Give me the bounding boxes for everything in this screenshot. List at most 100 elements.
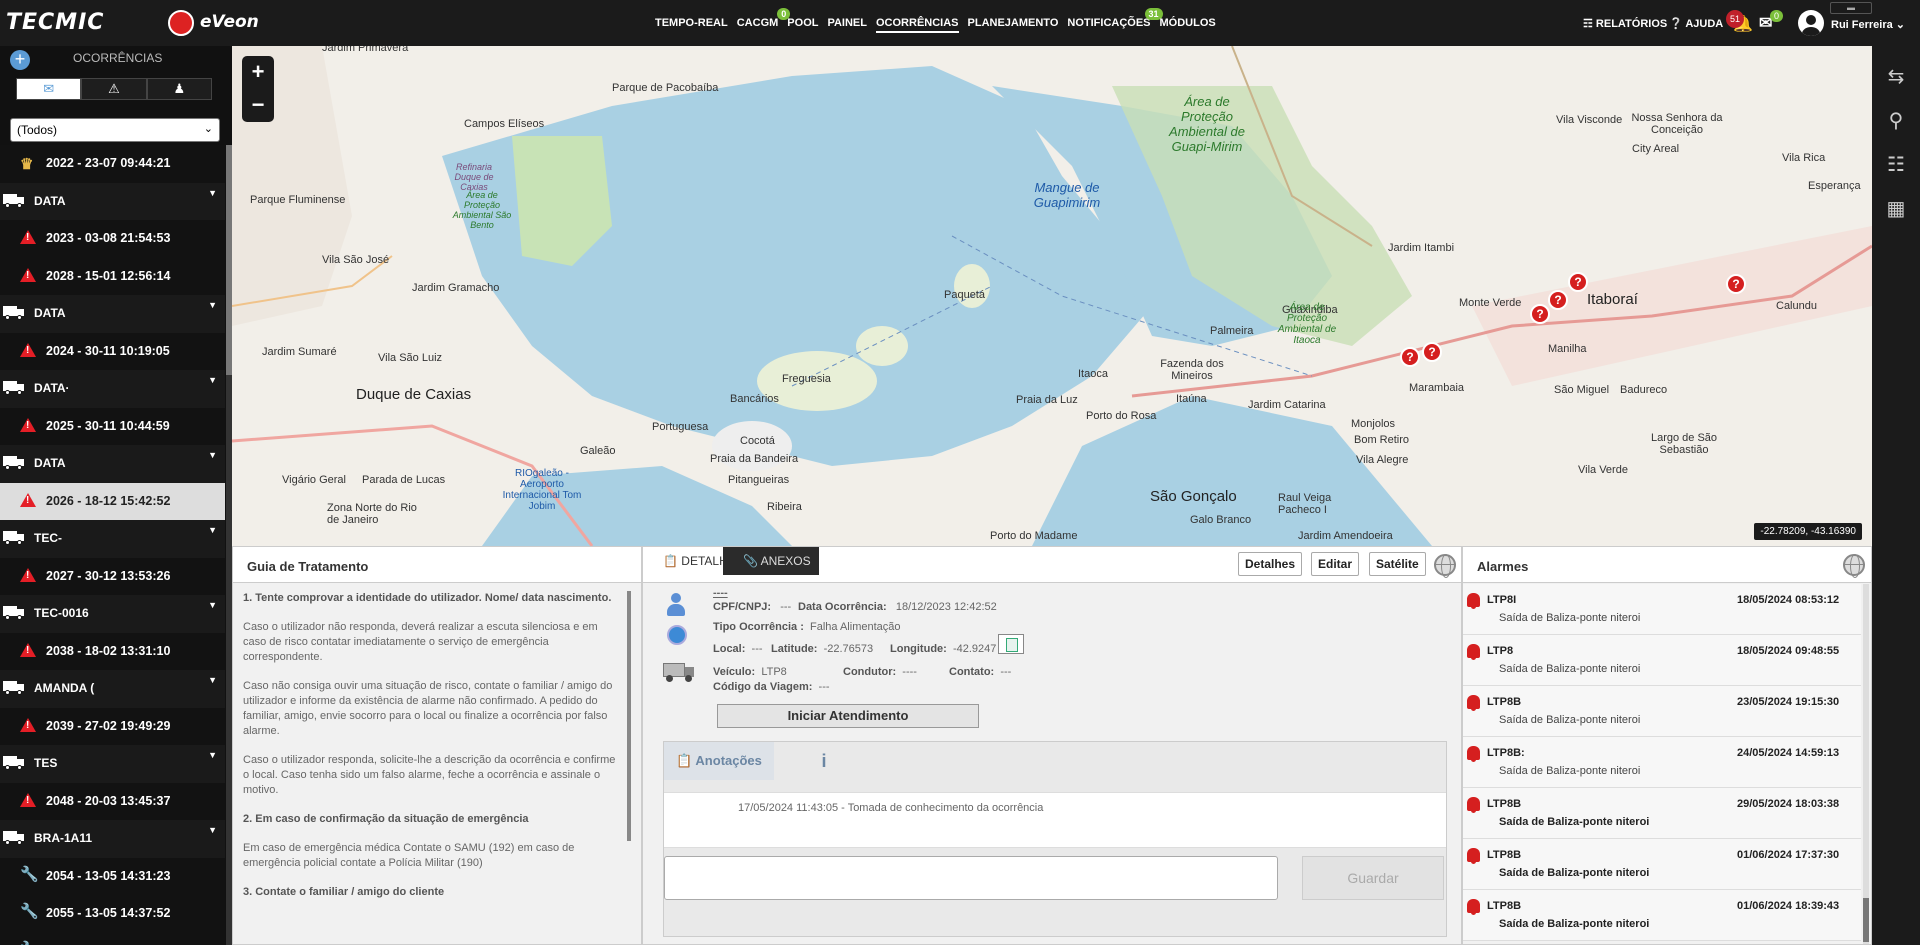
tecmic-logo[interactable]: TECMIC (6, 10, 104, 35)
tab-anexos[interactable]: 📎 ANEXOS (723, 547, 819, 575)
vehicle-group[interactable]: DATA ▼ (0, 295, 225, 333)
condutor-label: Condutor: (843, 666, 897, 678)
expand-arrow-icon[interactable]: ▼ (208, 300, 217, 310)
zoom-out-button[interactable]: − (242, 89, 274, 122)
vehicle-group[interactable]: AMANDA (▼ (0, 670, 225, 708)
globe-icon[interactable] (1434, 554, 1456, 578)
map[interactable]: + − Duque de Caxias São Gonçalo Itaboraí… (232, 46, 1872, 546)
occurrence-item[interactable]: 2039 - 27-02 19:49:29 (0, 707, 225, 745)
occurrence-item[interactable]: 2048 - 20-03 13:45:37 (0, 782, 225, 820)
alarm-item[interactable]: LTP8B 01/06/2024 17:37:30 Saída de Baliza-… (1463, 839, 1861, 890)
map-label: Área de Proteção Ambiental de Itaoca (1277, 302, 1337, 346)
occurrence-label: 2039 - 27-02 19:49:29 (46, 718, 171, 733)
occurrence-item[interactable]: 🔧 2055 - 13-05 14:37:52 (0, 895, 225, 933)
occurrence-item[interactable]: ♛ 2022 - 23-07 09:44:21 (0, 145, 225, 183)
nav-cacgm[interactable]: CACGM 0 (737, 8, 791, 33)
truck-icon (3, 531, 25, 547)
expand-arrow-icon[interactable]: ▼ (208, 525, 217, 535)
user-menu[interactable]: Rui Ferreira ⌄ (1831, 18, 1905, 31)
occurrence-marker[interactable]: ? (1548, 290, 1568, 310)
search-icon[interactable]: ⚲ (1884, 108, 1908, 132)
scrollbar-thumb[interactable] (1863, 898, 1869, 942)
expand-arrow-icon[interactable]: ▼ (208, 600, 217, 610)
occurrence-item[interactable]: 2026 - 18-12 15:42:52 (0, 482, 225, 520)
tab-anotacoes[interactable]: 📋 Anotações (664, 742, 774, 780)
occurrence-marker[interactable]: ? (1568, 272, 1588, 292)
alarm-item[interactable]: LTP8B 29/05/2024 18:03:38 Saída de Baliza-… (1463, 788, 1861, 839)
alarm-item[interactable]: LTP8B: 24/05/2024 14:59:13 Saída de Baliza… (1463, 737, 1861, 788)
nav-notifica-es[interactable]: NOTIFICAÇÕES 31 (1067, 8, 1163, 33)
nav-painel[interactable]: PAINEL (827, 17, 867, 33)
occurrence-item[interactable]: 2025 - 30-11 10:44:59 (0, 407, 225, 445)
alarm-description: Saída de Baliza-ponte niteroi (1499, 867, 1650, 879)
hierarchy-icon[interactable]: ☷ (1884, 152, 1908, 176)
alarm-item[interactable]: LTP8I 18/05/2024 08:53:12 Saída de Baliza-… (1463, 584, 1861, 635)
occurrence-item[interactable]: 2023 - 03-08 21:54:53 (0, 220, 225, 258)
map-label: Freguesia (782, 373, 831, 385)
filter-select[interactable]: (Todos) ⌄ (10, 118, 220, 142)
vehicle-group[interactable]: DATA ▼ (0, 445, 225, 483)
tab-list-icon[interactable]: ✉ (16, 78, 82, 100)
vehicle-group[interactable]: TEC- ▼ (0, 520, 225, 558)
zoom-in-button[interactable]: + (242, 56, 274, 89)
satelite-button[interactable]: Satélite (1369, 552, 1426, 576)
alarm-item[interactable]: LTP8 18/05/2024 09:48:55 Saída de Baliza-p… (1463, 635, 1861, 686)
ajuda-link[interactable]: ❔ AJUDA (1669, 17, 1723, 30)
occurrence-marker[interactable]: ? (1726, 274, 1746, 294)
alarms-header: Alarmes (1463, 547, 1871, 583)
expand-arrow-icon[interactable]: ▼ (208, 825, 217, 835)
expand-arrow-icon[interactable]: ▼ (208, 188, 217, 198)
alarm-item[interactable]: LTP8B 23/05/2024 19:15:30 Saída de Baliza-… (1463, 686, 1861, 737)
tab-alert-icon[interactable]: ⚠ (81, 78, 147, 100)
nav-ocorr-ncias[interactable]: OCORRÊNCIAS (876, 17, 959, 33)
expand-arrow-icon[interactable]: ▼ (208, 675, 217, 685)
map-label: Parque de Pacobaíba (612, 82, 719, 94)
copy-coordinates-button[interactable] (998, 634, 1024, 654)
alarm-scrollbar[interactable] (1863, 584, 1869, 944)
expand-arrow-icon[interactable]: ▼ (208, 450, 217, 460)
occurrence-item[interactable]: 2028 - 15-01 12:56:14 (0, 257, 225, 295)
relatorios-link[interactable]: ☶ RELATÓRIOS (1583, 17, 1667, 30)
occurrence-item[interactable]: 🔧2056 - 13-05 14:40:34 (0, 932, 225, 945)
editar-button[interactable]: Editar (1311, 552, 1360, 576)
vehicle-group[interactable]: DATA· ▼ (0, 370, 225, 408)
guardar-button[interactable]: Guardar (1302, 856, 1444, 900)
occurrence-marker[interactable]: ? (1400, 347, 1420, 367)
iniciar-atendimento-button[interactable]: Iniciar Atendimento (717, 704, 979, 728)
map-label: Jardim Sumaré (262, 346, 337, 358)
eveon-logo[interactable]: eVeon (200, 12, 259, 32)
guide-scrollbar[interactable] (627, 591, 631, 841)
detalhes-button[interactable]: Detalhes (1238, 552, 1303, 576)
occurrence-item[interactable]: 2024 - 30-11 10:19:05 (0, 332, 225, 370)
occurrence-label: 2038 - 18-02 13:31:10 (46, 643, 171, 658)
occurrence-label: 2055 - 13-05 14:37:52 (46, 906, 171, 920)
vehicle-group[interactable]: BRA-1A11 ▼ (0, 820, 225, 858)
expand-arrow-icon[interactable]: ▼ (208, 750, 217, 760)
globe-icon[interactable] (1843, 554, 1865, 578)
tab-person-icon[interactable]: ♟ (146, 78, 212, 100)
nav-tempo-real[interactable]: TEMPO-REAL (655, 17, 728, 33)
info-icon[interactable]: i (774, 742, 874, 780)
vehicle-group[interactable]: TEC-0016 ▼ (0, 595, 225, 633)
expand-arrow-icon[interactable]: ▼ (208, 375, 217, 385)
alarm-date: 23/05/2024 19:15:30 (1737, 696, 1840, 708)
nav-label: NOTIFICAÇÕES (1067, 17, 1151, 29)
occurrence-item[interactable]: 2027 - 30-12 13:53:26 (0, 557, 225, 595)
occurrence-item[interactable]: 2038 - 18-02 13:31:10 (0, 632, 225, 670)
occurrence-item[interactable]: 🔧 2054 - 13-05 14:31:23 (0, 857, 225, 895)
swap-icon[interactable]: ⇆ (1884, 64, 1908, 88)
alarm-item[interactable]: LTP8B 01/06/2024 18:39:43 Saída de Baliza-… (1463, 890, 1861, 941)
avatar[interactable] (1798, 10, 1824, 36)
vehicle-group[interactable]: TES ▼ (0, 745, 225, 783)
nav-pool[interactable]: POOL (787, 17, 818, 33)
note-input[interactable] (664, 856, 1278, 900)
add-occurrence-button[interactable]: + (10, 50, 30, 70)
table-icon[interactable]: ▦ (1884, 196, 1908, 220)
occurrence-marker[interactable]: ? (1530, 304, 1550, 324)
nav-m-dulos[interactable]: MÓDULOS (1160, 17, 1216, 33)
vehicle-group[interactable]: DATA ▼ (0, 182, 225, 220)
nav-planejamento[interactable]: PLANEJAMENTO (968, 17, 1059, 33)
collapse-menu-button[interactable]: ▬ (1830, 2, 1872, 14)
occurrence-marker[interactable]: ? (1422, 342, 1442, 362)
map-label: Monjolos (1351, 418, 1396, 430)
